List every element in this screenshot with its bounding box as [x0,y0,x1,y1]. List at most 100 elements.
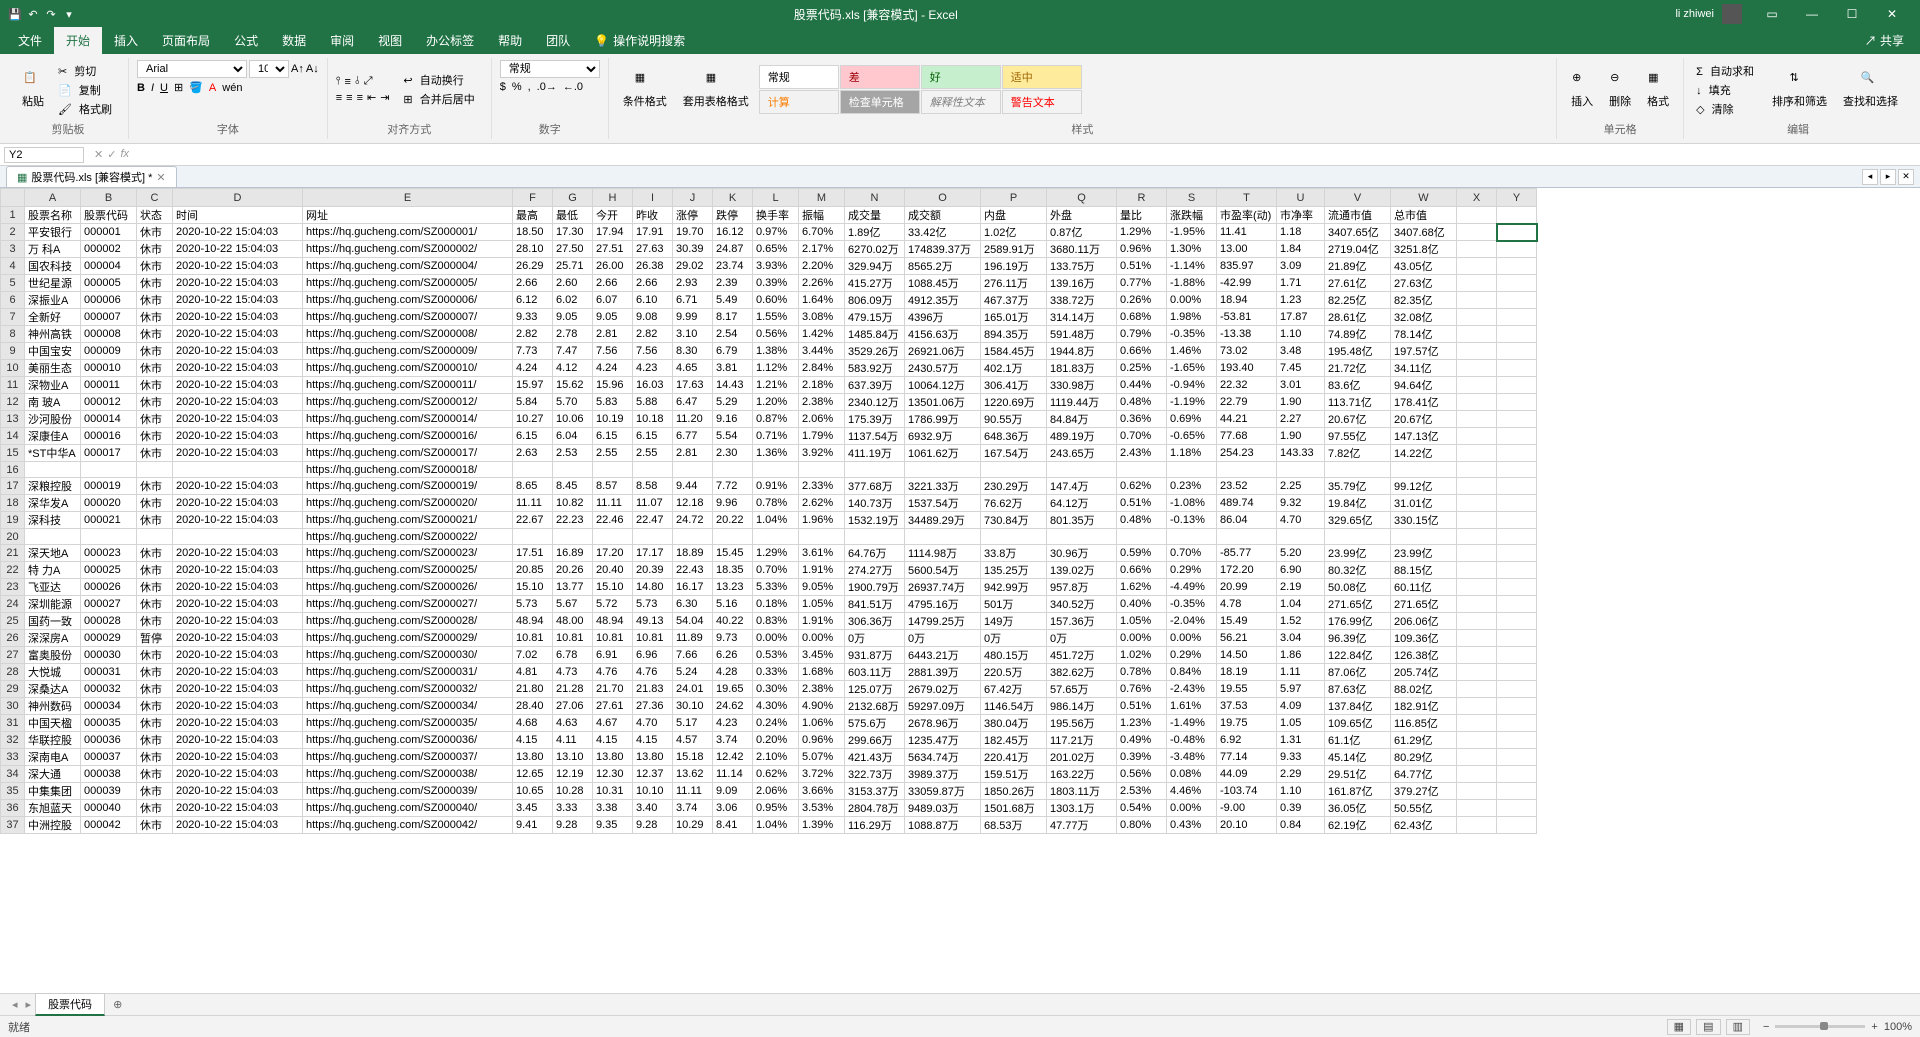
cell[interactable] [1167,529,1217,545]
cell[interactable]: 4.15 [593,732,633,749]
cell[interactable]: 117.21万 [1047,732,1117,749]
cell[interactable]: 000010 [81,360,137,377]
cell[interactable]: 0.54% [1117,800,1167,817]
cell[interactable]: 1.90 [1277,428,1325,445]
cell[interactable]: 575.6万 [845,715,905,732]
cell[interactable]: 2.27 [1277,411,1325,428]
cell[interactable] [1497,462,1537,478]
cell[interactable]: 12.65 [513,766,553,783]
cell[interactable]: 5.72 [593,596,633,613]
cell[interactable]: 5.88 [633,394,673,411]
cell[interactable]: -1.65% [1167,360,1217,377]
cell[interactable]: 0.00% [799,630,845,647]
cell[interactable]: 休市 [137,292,173,309]
cell[interactable]: 1.79% [799,428,845,445]
cell[interactable]: 2804.78万 [845,800,905,817]
currency-icon[interactable]: $ [500,81,506,93]
cell[interactable]: 2.66 [513,275,553,292]
cell[interactable]: 5.07% [799,749,845,766]
cell[interactable]: 14.80 [633,579,673,596]
cell[interactable] [1457,749,1497,766]
cell[interactable]: 20.99 [1217,579,1277,596]
align-right-icon[interactable]: ≡ [357,92,363,104]
cell[interactable]: https://hq.gucheng.com/SZ000016/ [303,428,513,445]
cell[interactable]: 6.77 [673,428,713,445]
cell[interactable]: 振幅 [799,207,845,224]
cell[interactable]: 0.66% [1117,562,1167,579]
cell[interactable]: 最低 [553,207,593,224]
cell[interactable]: 62.19亿 [1325,817,1391,834]
cell[interactable]: 9.28 [553,817,593,834]
align-left-icon[interactable]: ≡ [336,92,342,104]
cell[interactable]: 6.47 [673,394,713,411]
cell[interactable]: 10.10 [633,783,673,800]
cell[interactable]: 大悦城 [25,664,81,681]
cell[interactable]: 0.68% [1117,309,1167,326]
cell[interactable]: https://hq.gucheng.com/SZ000010/ [303,360,513,377]
cell[interactable] [1457,309,1497,326]
cell[interactable]: 休市 [137,411,173,428]
close-workbook-icon[interactable]: ✕ [156,171,165,184]
cell[interactable] [1457,630,1497,647]
cell[interactable]: 0.53% [753,647,799,664]
cell[interactable]: 140.73万 [845,495,905,512]
column-header[interactable]: T [1217,189,1277,207]
cell[interactable]: 33.8万 [981,545,1047,562]
cell[interactable]: 26937.74万 [905,579,981,596]
tab-insert[interactable]: 插入 [102,27,150,54]
cell[interactable]: 16.89 [553,545,593,562]
cell[interactable] [1497,512,1537,529]
cell[interactable] [905,529,981,545]
cell[interactable]: 161.87亿 [1325,783,1391,800]
cell[interactable]: https://hq.gucheng.com/SZ000027/ [303,596,513,613]
cell[interactable]: 10.19 [593,411,633,428]
cell[interactable]: 603.11万 [845,664,905,681]
cell[interactable]: 休市 [137,766,173,783]
cell[interactable]: 休市 [137,545,173,562]
cell[interactable]: 休市 [137,512,173,529]
cell[interactable]: https://hq.gucheng.com/SZ000042/ [303,817,513,834]
cell[interactable] [1497,377,1537,394]
percent-icon[interactable]: % [512,81,522,93]
cell[interactable]: 9.28 [633,817,673,834]
cell[interactable]: 休市 [137,428,173,445]
cell[interactable]: 87.06亿 [1325,664,1391,681]
cell[interactable]: 深华发A [25,495,81,512]
cell[interactable]: 82.25亿 [1325,292,1391,309]
column-header[interactable]: H [593,189,633,207]
cell[interactable] [1457,275,1497,292]
cell[interactable]: 22.43 [673,562,713,579]
cell[interactable] [1217,462,1277,478]
cell[interactable]: 730.84万 [981,512,1047,529]
cell[interactable]: 2020-10-22 15:04:03 [173,241,303,258]
cell[interactable]: 6.15 [633,428,673,445]
cell[interactable]: 50.08亿 [1325,579,1391,596]
cell[interactable] [713,529,753,545]
cell[interactable] [1325,462,1391,478]
cell[interactable]: 84.84万 [1047,411,1117,428]
cell[interactable]: 000014 [81,411,137,428]
cell[interactable]: https://hq.gucheng.com/SZ000002/ [303,241,513,258]
cell[interactable]: 11.89 [673,630,713,647]
cell[interactable] [1457,495,1497,512]
cell[interactable]: 4.24 [513,360,553,377]
cell[interactable]: 1.04 [1277,596,1325,613]
cell[interactable]: 000027 [81,596,137,613]
cell[interactable]: 6.04 [553,428,593,445]
cell[interactable]: 26.38 [633,258,673,275]
cell[interactable]: 13.80 [593,749,633,766]
cell[interactable]: 37.53 [1217,698,1277,715]
insert-cells-button[interactable]: ⊕插入 [1565,69,1599,111]
cell[interactable]: 2020-10-22 15:04:03 [173,715,303,732]
cell[interactable]: 29.02 [673,258,713,275]
cell[interactable]: 000034 [81,698,137,715]
cell[interactable]: 1.10 [1277,783,1325,800]
cell[interactable]: 市盈率(动) [1217,207,1277,224]
cell[interactable] [1457,428,1497,445]
cell[interactable]: 489.74 [1217,495,1277,512]
cell[interactable] [799,462,845,478]
cell[interactable] [1047,529,1117,545]
cell[interactable]: 000028 [81,613,137,630]
cell[interactable]: 0.29% [1167,647,1217,664]
cell[interactable]: 841.51万 [845,596,905,613]
